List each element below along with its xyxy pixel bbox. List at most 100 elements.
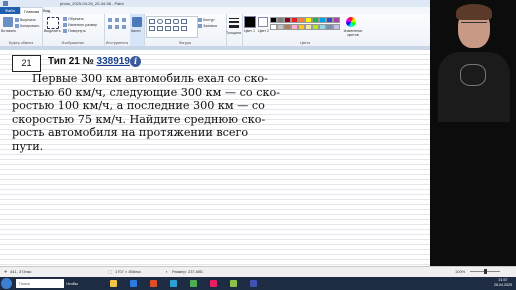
select-button[interactable]: Выделить xyxy=(44,29,61,33)
shape-oval-icon[interactable] xyxy=(157,19,163,24)
shape-rect-icon[interactable] xyxy=(165,19,171,24)
crop-label: Обрезать xyxy=(68,17,84,21)
app-icon[interactable] xyxy=(150,280,157,287)
fill-shape-icon xyxy=(198,24,202,29)
selection-size-icon: ⬚ xyxy=(108,269,112,274)
problem-link[interactable]: 338919 xyxy=(97,56,130,67)
window-title: photo_2025-04-26_20-34-58 - Paint xyxy=(60,1,124,6)
color-swatch[interactable] xyxy=(284,24,291,30)
text-icon[interactable] xyxy=(122,18,126,22)
copy-button[interactable]: Копировать xyxy=(15,24,39,29)
info-icon[interactable]: i xyxy=(130,56,141,67)
color1-swatch[interactable] xyxy=(244,16,256,28)
color-swatch[interactable] xyxy=(312,17,319,23)
fill-button[interactable]: Заливка xyxy=(198,24,217,29)
brushes-group[interactable]: Кисти xyxy=(130,14,145,46)
cut-button[interactable]: Вырезать xyxy=(15,18,36,23)
tab-view[interactable]: Вид xyxy=(40,7,53,14)
color-swatch[interactable] xyxy=(277,17,284,23)
magnifier-icon[interactable] xyxy=(122,25,126,29)
ribbon: Вставить Вырезать Копировать Буфер обмен… xyxy=(0,14,430,47)
shape-triangle-icon[interactable] xyxy=(149,26,155,31)
color-swatch[interactable] xyxy=(298,24,305,30)
paste-icon xyxy=(3,17,13,27)
paste-button[interactable]: Вставить xyxy=(1,29,16,33)
size-label: Толщина xyxy=(226,31,241,35)
app-icon[interactable] xyxy=(210,280,217,287)
color-swatch[interactable] xyxy=(312,24,319,30)
crop-icon xyxy=(63,17,67,22)
color-swatch[interactable] xyxy=(277,24,284,30)
select-icon xyxy=(47,17,59,29)
color-swatch[interactable] xyxy=(319,24,326,30)
outline-button[interactable]: Контур xyxy=(198,18,215,23)
shapes-group-label: Фигуры xyxy=(178,41,192,45)
size-line-thin-icon xyxy=(229,18,239,19)
problem-type-prefix: Тип 21 № xyxy=(48,56,97,67)
webcam-person-body xyxy=(438,52,510,122)
edit-colors-icon[interactable] xyxy=(346,17,356,27)
pencil-icon[interactable] xyxy=(108,18,112,22)
shapes-gallery[interactable] xyxy=(146,16,198,38)
tab-file[interactable]: Файл xyxy=(0,7,20,14)
copy-icon xyxy=(15,24,19,29)
app-icon[interactable] xyxy=(190,280,197,287)
image-group-label: Изображение xyxy=(61,41,85,45)
outline-icon xyxy=(198,18,202,23)
color-swatch[interactable] xyxy=(305,24,312,30)
color-swatch[interactable] xyxy=(291,24,298,30)
color-swatch[interactable] xyxy=(284,17,291,23)
color-swatch[interactable] xyxy=(270,17,277,23)
file-size: Размер: 237,6КБ xyxy=(172,269,203,274)
rotate-button[interactable]: Повернуть xyxy=(63,29,86,34)
save-icon[interactable] xyxy=(3,1,8,6)
fill-icon[interactable] xyxy=(115,18,119,22)
shape-rounded-rect-icon[interactable] xyxy=(173,19,179,24)
problem-line: скоростью 75 км/ч. Найдите среднюю ско- xyxy=(12,112,266,126)
shape-line-icon[interactable] xyxy=(149,19,155,24)
app-icon[interactable] xyxy=(230,280,237,287)
start-button[interactable] xyxy=(1,278,12,289)
tools-group: Инструменты xyxy=(104,14,131,46)
color1-label: Цвет 1 xyxy=(244,29,256,33)
telegram-icon[interactable] xyxy=(170,280,177,287)
file-explorer-icon[interactable] xyxy=(110,280,117,287)
crop-button[interactable]: Обрезать xyxy=(63,17,84,22)
color-swatch[interactable] xyxy=(333,24,340,30)
problem-type: Тип 21 № 338919 xyxy=(48,56,130,67)
resize-button[interactable]: Изменить размер xyxy=(63,23,97,28)
taskbar-search[interactable]: Поиск xyxy=(16,279,64,288)
size-group[interactable]: Толщина xyxy=(226,14,243,46)
disk-icon: ▪ xyxy=(166,269,168,274)
status-bar: ✛ 441, 374пкс ⬚ 1707 × 806пкс ▪ Размер: … xyxy=(0,266,516,277)
color-swatch[interactable] xyxy=(291,17,298,23)
color-swatch[interactable] xyxy=(319,17,326,23)
colors-group-label: Цвета xyxy=(299,41,310,45)
shape-polygon-icon[interactable] xyxy=(181,19,187,24)
color-swatch[interactable] xyxy=(326,17,333,23)
cursor-position-icon: ✛ xyxy=(4,269,8,274)
shape-callout-icon[interactable] xyxy=(181,26,187,31)
color-swatch[interactable] xyxy=(305,17,312,23)
color-swatch[interactable] xyxy=(333,17,340,23)
tray-clock[interactable]: 21:57 26.04.2025 xyxy=(494,278,512,288)
paint-app-icon[interactable] xyxy=(250,280,257,287)
color-swatch[interactable] xyxy=(326,24,333,30)
shape-star-icon[interactable] xyxy=(165,26,171,31)
problem-number: 21 xyxy=(12,55,41,72)
image-dimensions: 1707 × 806пкс xyxy=(115,269,142,274)
shape-heart-icon[interactable] xyxy=(173,26,179,31)
problem-line: ростью 60 км/ч, следующие 300 км — со ск… xyxy=(12,85,280,99)
ribbon-tabs: Файл Главная Вид xyxy=(0,7,430,14)
edge-icon[interactable] xyxy=(130,280,137,287)
webcam-glasses xyxy=(461,22,487,29)
zoom-slider-thumb[interactable] xyxy=(484,269,487,274)
eraser-icon[interactable] xyxy=(108,25,112,29)
color2-swatch[interactable] xyxy=(258,17,268,27)
shapes-group: Контур Заливка Фигуры xyxy=(144,14,227,46)
color-swatch[interactable] xyxy=(270,24,277,30)
shape-arrow-icon[interactable] xyxy=(157,26,163,31)
color-swatch[interactable] xyxy=(298,17,305,23)
color-picker-icon[interactable] xyxy=(115,25,119,29)
rotate-icon xyxy=(63,29,67,34)
